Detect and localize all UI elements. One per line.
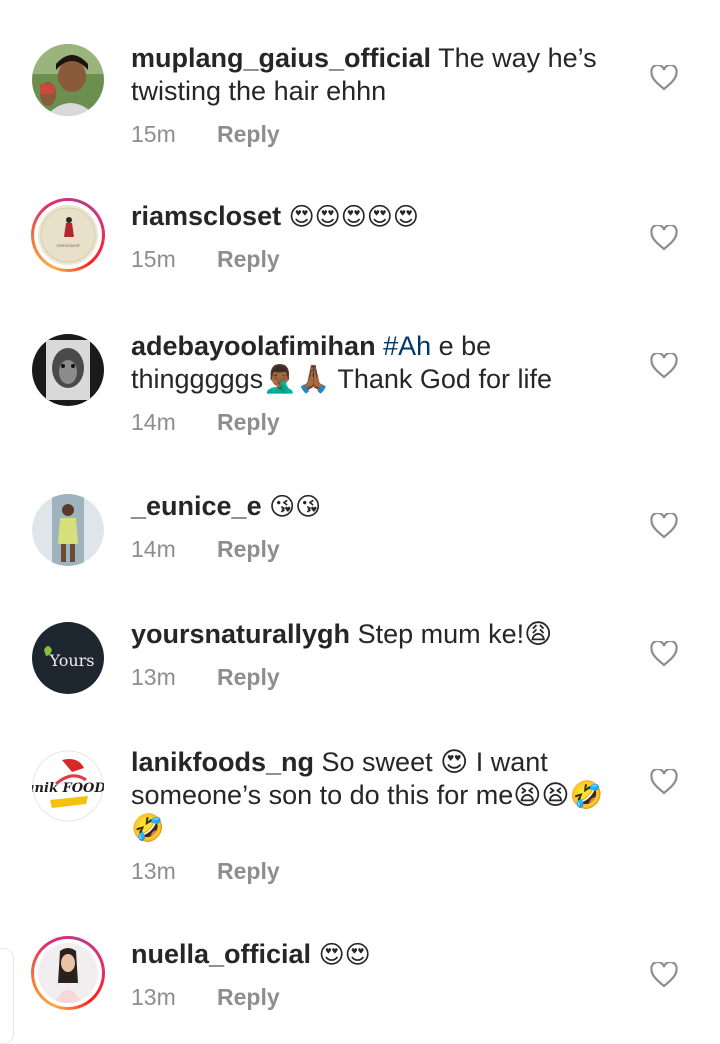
comment-meta: 13m Reply xyxy=(131,982,621,1012)
comment-time: 13m xyxy=(131,858,176,884)
reply-button[interactable]: Reply xyxy=(217,536,280,562)
reply-button[interactable]: Reply xyxy=(217,409,280,435)
avatar[interactable] xyxy=(31,493,105,567)
comment-time: 14m xyxy=(131,536,176,562)
comment-message: 😘😘 xyxy=(269,492,322,521)
comment-text: muplang_gaius_official The way he’s twis… xyxy=(131,42,621,108)
comment-meta: 14m Reply xyxy=(131,534,621,564)
avatar-caption: Yours xyxy=(49,651,95,670)
avatar-caption: Lanik FOODS xyxy=(32,781,104,796)
comment-message: 😍😍 xyxy=(318,940,371,969)
comment-time: 15m xyxy=(131,121,176,147)
comment-username[interactable]: nuella_official xyxy=(131,939,311,969)
comment-username[interactable]: adebayoolafimihan xyxy=(131,331,376,361)
avatar-image xyxy=(32,334,104,406)
reply-button[interactable]: Reply xyxy=(217,246,280,272)
comment-message: 😍😍😍😍😍 xyxy=(288,202,419,231)
comment-body: riamscloset 😍😍😍😍😍 15m Reply xyxy=(131,200,621,274)
comment-text: lanikfoods_ng So sweet 😍 I want someone’… xyxy=(131,746,621,845)
avatar[interactable] xyxy=(31,333,105,407)
comment-username[interactable]: yoursnaturallygh xyxy=(131,619,350,649)
avatar[interactable]: Yours xyxy=(31,621,105,695)
avatar-ring: riamscloset xyxy=(34,201,102,269)
comment-meta: 15m Reply xyxy=(131,119,621,149)
comment-meta: 13m Reply xyxy=(131,856,621,886)
avatar-image xyxy=(32,494,104,566)
comment-body: muplang_gaius_official The way he’s twis… xyxy=(131,42,621,149)
side-panel-edge xyxy=(0,948,14,1044)
avatar-caption: riamscloset xyxy=(56,243,79,248)
avatar-image: Lanik FOODS xyxy=(32,750,104,822)
heart-outline-icon[interactable] xyxy=(650,225,678,251)
heart-outline-icon[interactable] xyxy=(650,65,678,91)
comment-time: 15m xyxy=(131,246,176,272)
reply-button[interactable]: Reply xyxy=(217,984,280,1010)
comment-body: adebayoolafimihan #Ah e be thingggggs🤦🏾‍… xyxy=(131,330,621,437)
comment-username[interactable]: lanikfoods_ng xyxy=(131,747,314,777)
comment-meta: 13m Reply xyxy=(131,662,621,692)
heart-outline-icon[interactable] xyxy=(650,353,678,379)
comment-text: nuella_official 😍😍 xyxy=(131,938,621,971)
comment-body: yoursnaturallygh Step mum ke!😩 13m Reply xyxy=(131,618,621,692)
comment-text: riamscloset 😍😍😍😍😍 xyxy=(131,200,621,233)
comment-meta: 14m Reply xyxy=(131,407,621,437)
comment-username[interactable]: _eunice_e xyxy=(131,491,262,521)
reply-button[interactable]: Reply xyxy=(217,121,280,147)
reply-button[interactable]: Reply xyxy=(217,858,280,884)
comment-username[interactable]: riamscloset xyxy=(131,201,281,231)
avatar[interactable] xyxy=(31,43,105,117)
avatar-image xyxy=(38,943,98,1003)
comment-meta: 15m Reply xyxy=(131,244,621,274)
comment-text: adebayoolafimihan #Ah e be thingggggs🤦🏾‍… xyxy=(131,330,621,396)
heart-outline-icon[interactable] xyxy=(650,962,678,988)
comment-body: _eunice_e 😘😘 14m Reply xyxy=(131,490,621,564)
avatar[interactable]: riamscloset xyxy=(31,198,105,272)
comment-message: Step mum ke!😩 xyxy=(357,619,553,649)
comment-body: nuella_official 😍😍 13m Reply xyxy=(131,938,621,1012)
heart-outline-icon[interactable] xyxy=(650,513,678,539)
avatar[interactable] xyxy=(31,936,105,1010)
avatar[interactable]: Lanik FOODS xyxy=(31,749,105,823)
comment-username[interactable]: muplang_gaius_official xyxy=(131,43,431,73)
comment-hashtag[interactable]: #Ah xyxy=(383,331,431,361)
avatar-ring xyxy=(34,939,102,1007)
comment-time: 14m xyxy=(131,409,176,435)
comment-text: yoursnaturallygh Step mum ke!😩 xyxy=(131,618,621,651)
avatar-image: riamscloset xyxy=(38,205,98,265)
avatar-image xyxy=(32,44,104,116)
heart-outline-icon[interactable] xyxy=(650,769,678,795)
avatar-image: Yours xyxy=(32,622,104,694)
comment-time: 13m xyxy=(131,664,176,690)
reply-button[interactable]: Reply xyxy=(217,664,280,690)
comment-text: _eunice_e 😘😘 xyxy=(131,490,621,523)
comment-body: lanikfoods_ng So sweet 😍 I want someone’… xyxy=(131,746,621,886)
comment-time: 13m xyxy=(131,984,176,1010)
heart-outline-icon[interactable] xyxy=(650,641,678,667)
